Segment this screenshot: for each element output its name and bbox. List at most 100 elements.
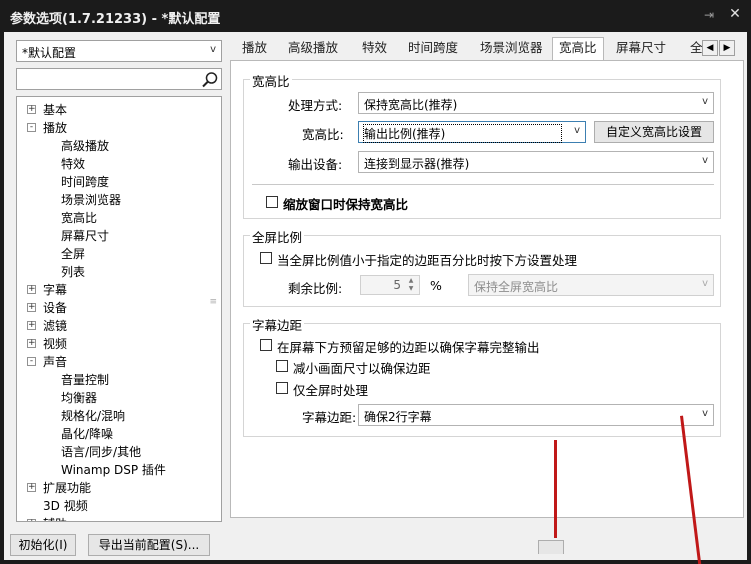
ratio-label: 宽高比: (302, 127, 344, 142)
tree-item[interactable]: 规格化/混响 (61, 407, 125, 425)
tab-bar: 播放 高级播放 特效 时间跨度 场景浏览器 宽高比 屏幕尺寸 全 ◀ ▶ (232, 37, 746, 61)
device-select[interactable]: 连接到显示器(推荐) v (358, 151, 714, 173)
settings-tree[interactable]: ≡ + 基本 - 播放 高级播放 特效 时间跨度 场景浏览器 宽高比 屏幕尺寸 全屏 列表 + 字幕 + 设备… (16, 96, 222, 522)
subtitle-margin-select[interactable]: 确保2行字幕 v (358, 404, 714, 426)
tree-item[interactable]: 扩展功能 (43, 479, 91, 497)
reserve-margin-label: 在屏幕下方预留足够的边距以确保字幕完整输出 (277, 340, 540, 355)
tree-item[interactable]: 均衡器 (61, 389, 97, 407)
tab-advanced-playback[interactable]: 高级播放 (282, 38, 344, 60)
aspect-ratio-group-title: 宽高比 (250, 71, 292, 90)
expand-icon[interactable]: + (27, 483, 36, 492)
partial-button[interactable] (538, 540, 564, 554)
preferences-client: *默认配置 v ≡ + 基本 - 播放 高级播放 特效 时间跨度 场景浏览器 宽高比 屏幕尺寸 全屏… (4, 32, 747, 560)
tree-item[interactable]: 全屏 (61, 245, 85, 263)
subtitle-margin-group-title: 字幕边距 (250, 315, 305, 334)
pin-icon[interactable]: ⇥ (704, 8, 718, 22)
tree-item[interactable]: Winamp DSP 插件 (61, 461, 166, 479)
margin-threshold-checkbox[interactable]: 当全屏比例值小于指定的边距百分比时按下方设置处理 (260, 250, 620, 268)
tree-item[interactable]: 场景浏览器 (61, 191, 121, 209)
shrink-picture-checkbox[interactable]: 减小画面尺寸以确保边距 (276, 358, 446, 376)
expand-icon[interactable]: + (27, 321, 36, 330)
tree-item[interactable]: 特效 (61, 155, 85, 173)
tree-item[interactable]: 时间跨度 (61, 173, 109, 191)
search-icon[interactable] (201, 71, 219, 89)
tree-item[interactable]: 设备 (43, 299, 67, 317)
tree-item[interactable]: 滤镜 (43, 317, 67, 335)
tree-item[interactable]: 基本 (43, 101, 67, 119)
remain-mode-value: 保持全屏宽高比 (474, 280, 559, 294)
tree-item[interactable]: 晶化/降噪 (61, 425, 113, 443)
tab-effects[interactable]: 特效 (356, 38, 393, 60)
tab-screen-size[interactable]: 屏幕尺寸 (610, 38, 672, 60)
method-label: 处理方式: (288, 98, 343, 113)
profile-select[interactable]: *默认配置 v (16, 40, 222, 62)
stepper-arrows-icon[interactable]: ▲ ▼ (405, 277, 417, 293)
subtitle-margin-group: 字幕边距 在屏幕下方预留足够的边距以确保字幕完整输出 减小画面尺寸以确保边距 仅… (243, 315, 721, 437)
shrink-picture-label: 减小画面尺寸以确保边距 (293, 361, 431, 376)
expand-icon[interactable]: + (27, 105, 36, 114)
tree-item[interactable]: 3D 视频 (43, 497, 88, 515)
tab-playback[interactable]: 播放 (236, 38, 273, 60)
tree-item[interactable]: 视频 (43, 335, 67, 353)
close-icon[interactable]: ✕ (726, 6, 744, 24)
profile-select-value: *默认配置 (22, 46, 77, 60)
chevron-down-icon: v (702, 96, 708, 107)
remain-ratio-stepper[interactable]: 5 ▲ ▼ (360, 275, 420, 295)
method-select[interactable]: 保持宽高比(推荐) v (358, 92, 714, 114)
expand-icon[interactable]: + (27, 303, 36, 312)
tree-item[interactable]: 声音 (43, 353, 67, 371)
annotation-line (554, 440, 557, 538)
chevron-down-icon: v (210, 44, 216, 55)
tree-item[interactable]: 屏幕尺寸 (61, 227, 109, 245)
expand-icon[interactable]: + (27, 339, 36, 348)
fullscreen-ratio-group: 全屏比例 当全屏比例值小于指定的边距百分比时按下方设置处理 剩余比例: 5 ▲ ▼… (243, 227, 721, 307)
divider (252, 184, 714, 185)
chevron-down-icon: v (702, 278, 708, 289)
tree-item[interactable]: 辅助 (43, 515, 67, 521)
custom-aspect-button[interactable]: 自定义宽高比设置 (594, 121, 714, 143)
export-config-button[interactable]: 导出当前配置(S)... (88, 534, 210, 556)
resize-grip-icon[interactable]: ≡ (209, 297, 217, 307)
keep-aspect-on-resize-checkbox[interactable]: 缩放窗口时保持宽高比 (266, 194, 506, 212)
tree-item[interactable]: 高级播放 (61, 137, 109, 155)
checkbox-box (276, 360, 288, 372)
remain-ratio-value: 5 (393, 278, 401, 292)
chevron-down-icon: v (702, 155, 708, 166)
tab-scroll-right-icon[interactable]: ▶ (719, 40, 735, 56)
checkbox-box (266, 196, 278, 208)
aspect-ratio-group: 宽高比 处理方式: 保持宽高比(推荐) v 宽高比: 输出比例(推荐) v 自定… (243, 71, 721, 219)
checkbox-box (276, 382, 288, 394)
aspect-ratio-page: 宽高比 处理方式: 保持宽高比(推荐) v 宽高比: 输出比例(推荐) v 自定… (230, 60, 744, 518)
tree-item[interactable]: 播放 (43, 119, 67, 137)
tree-item[interactable]: 字幕 (43, 281, 67, 299)
keep-aspect-on-resize-label: 缩放窗口时保持宽高比 (283, 197, 409, 212)
remain-mode-select[interactable]: 保持全屏宽高比 v (468, 274, 714, 296)
tree-item[interactable]: 音量控制 (61, 371, 109, 389)
expand-icon[interactable]: + (27, 519, 36, 521)
device-select-value: 连接到显示器(推荐) (364, 157, 470, 171)
fullscreen-only-checkbox[interactable]: 仅全屏时处理 (276, 380, 386, 398)
expand-icon[interactable]: + (27, 285, 36, 294)
tab-aspect-ratio[interactable]: 宽高比 (552, 37, 604, 61)
search-input[interactable] (16, 68, 222, 90)
checkbox-box (260, 339, 272, 351)
tree-item[interactable]: 列表 (61, 263, 85, 281)
fullscreen-ratio-group-title: 全屏比例 (250, 227, 305, 246)
checkbox-box (260, 252, 272, 264)
collapse-icon[interactable]: - (27, 123, 36, 132)
tab-scroll-left-icon[interactable]: ◀ (702, 40, 718, 56)
ratio-select[interactable]: 输出比例(推荐) v (358, 121, 586, 143)
subtitle-margin-label: 字幕边距: (302, 410, 357, 425)
tab-time-span[interactable]: 时间跨度 (402, 38, 464, 60)
reserve-margin-checkbox[interactable]: 在屏幕下方预留足够的边距以确保字幕完整输出 (260, 337, 560, 355)
fullscreen-only-label: 仅全屏时处理 (293, 383, 369, 398)
remain-ratio-label: 剩余比例: (288, 281, 343, 296)
tree-item[interactable]: 宽高比 (61, 209, 97, 227)
collapse-icon[interactable]: - (27, 357, 36, 366)
reset-button[interactable]: 初始化(I) (10, 534, 76, 556)
tree-item[interactable]: 语言/同步/其他 (61, 443, 141, 461)
device-label: 输出设备: (288, 157, 343, 172)
tab-scene-browser[interactable]: 场景浏览器 (474, 38, 549, 60)
chevron-down-icon: v (702, 408, 708, 419)
method-select-value: 保持宽高比(推荐) (364, 98, 458, 112)
